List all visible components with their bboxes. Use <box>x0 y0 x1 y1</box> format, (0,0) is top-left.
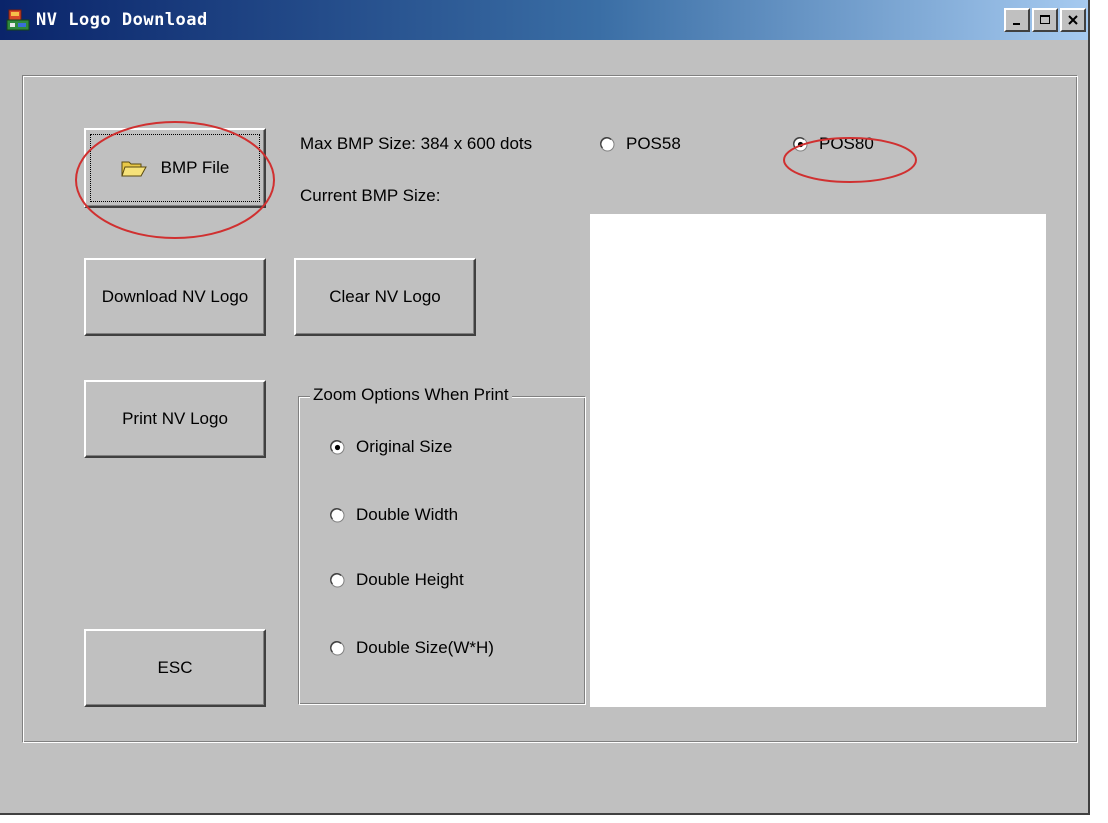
close-icon <box>1068 15 1078 25</box>
radio-unchecked-icon <box>330 640 345 656</box>
minimize-button[interactable] <box>1004 8 1030 32</box>
maximize-icon <box>1040 15 1050 24</box>
clear-nv-logo-button[interactable]: Clear NV Logo <box>294 258 476 336</box>
radio-pos80-label: POS80 <box>819 134 874 153</box>
radio-original-size[interactable]: Original Size <box>330 437 452 457</box>
radio-unchecked-icon <box>330 507 345 523</box>
max-bmp-size-label: Max BMP Size: 384 x 600 dots <box>300 134 533 153</box>
radio-unchecked-icon <box>600 136 615 152</box>
minimize-icon <box>1013 23 1020 25</box>
current-bmp-size-label: Current BMP Size: <box>300 186 441 205</box>
print-nv-logo-button[interactable]: Print NV Logo <box>84 380 266 458</box>
radio-pos80[interactable]: POS80 <box>793 134 874 154</box>
radio-checked-icon <box>793 136 808 152</box>
zoom-options-legend: Zoom Options When Print <box>310 385 512 405</box>
clear-nv-logo-label: Clear NV Logo <box>329 287 441 306</box>
app-window: NV Logo Download BMP File Download NV Lo… <box>0 0 1090 815</box>
esc-label: ESC <box>157 658 193 677</box>
radio-double-height-label: Double Height <box>356 570 464 589</box>
radio-double-width-label: Double Width <box>356 505 459 524</box>
title-bar[interactable]: NV Logo Download <box>0 0 1088 40</box>
radio-unchecked-icon <box>330 572 345 588</box>
radio-double-width[interactable]: Double Width <box>330 505 458 525</box>
radio-double-size[interactable]: Double Size(W*H) <box>330 638 494 658</box>
radio-double-height[interactable]: Double Height <box>330 570 464 590</box>
window-title: NV Logo Download <box>36 10 208 30</box>
download-nv-logo-button[interactable]: Download NV Logo <box>84 258 266 336</box>
download-nv-logo-label: Download NV Logo <box>101 287 249 306</box>
maximize-button[interactable] <box>1032 8 1058 32</box>
bmp-preview-area <box>590 214 1046 707</box>
radio-checked-icon <box>330 439 345 455</box>
radio-pos58[interactable]: POS58 <box>600 134 681 154</box>
radio-original-size-label: Original Size <box>356 437 453 456</box>
esc-button[interactable]: ESC <box>84 629 266 707</box>
bmp-file-button[interactable]: BMP File <box>84 128 266 208</box>
focus-indicator <box>90 134 260 202</box>
close-button[interactable] <box>1060 8 1086 32</box>
radio-pos58-label: POS58 <box>626 134 681 153</box>
app-icon <box>6 8 30 32</box>
print-nv-logo-label: Print NV Logo <box>122 409 228 428</box>
radio-double-size-label: Double Size(W*H) <box>356 638 494 657</box>
